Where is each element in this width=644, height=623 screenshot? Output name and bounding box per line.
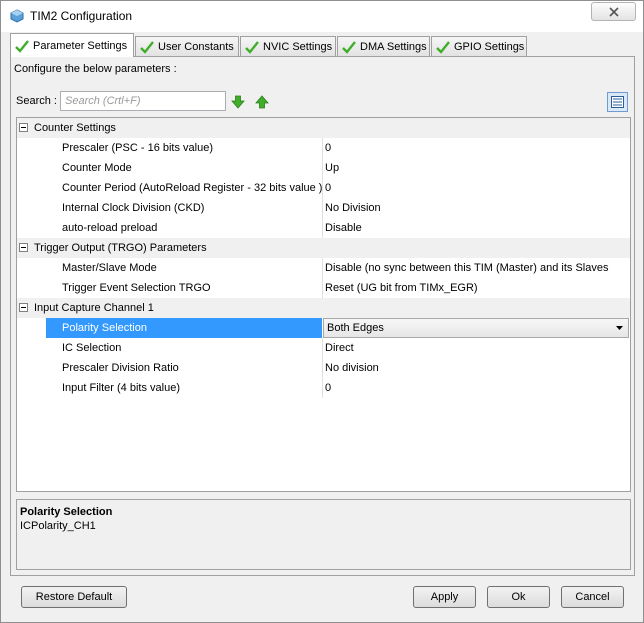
group-counter-settings[interactable]: Counter Settings — [17, 118, 630, 138]
chevron-down-icon — [616, 326, 623, 330]
param-value[interactable]: 0 — [322, 138, 630, 158]
param-value[interactable]: Disable — [322, 218, 630, 238]
check-icon — [342, 41, 356, 54]
check-icon — [140, 41, 154, 54]
param-row[interactable]: Counter Period (AutoReload Register - 32… — [17, 178, 630, 198]
group-title: Counter Settings — [34, 122, 116, 134]
param-row[interactable]: Prescaler Division Ratio No division — [17, 358, 630, 378]
param-name: Prescaler Division Ratio — [62, 362, 179, 374]
param-value[interactable]: Direct — [322, 338, 630, 358]
group-trigger-output[interactable]: Trigger Output (TRGO) Parameters — [17, 238, 630, 258]
param-name: Master/Slave Mode — [62, 262, 157, 274]
search-label: Search : — [16, 95, 57, 107]
parameter-settings-panel: Configure the below parameters : Search … — [10, 56, 635, 576]
param-row[interactable]: Trigger Event Selection TRGO Reset (UG b… — [17, 278, 630, 298]
param-row[interactable]: auto-reload preload Disable — [17, 218, 630, 238]
tab-label: Parameter Settings — [33, 39, 128, 52]
param-name: Polarity Selection — [62, 322, 147, 334]
tab-label: GPIO Settings — [454, 41, 525, 53]
collapse-icon[interactable] — [19, 123, 28, 132]
parameter-grid: Counter Settings Prescaler (PSC - 16 bit… — [16, 117, 631, 492]
param-row[interactable]: Counter Mode Up — [17, 158, 630, 178]
param-row[interactable]: Internal Clock Division (CKD) No Divisio… — [17, 198, 630, 218]
check-icon — [245, 41, 259, 54]
collapse-icon[interactable] — [19, 243, 28, 252]
param-row-selected[interactable]: Polarity Selection Both Edges — [17, 318, 630, 338]
param-value[interactable]: Up — [322, 158, 630, 178]
configure-label: Configure the below parameters : — [14, 63, 177, 75]
group-title: Input Capture Channel 1 — [34, 302, 154, 314]
param-row[interactable]: Prescaler (PSC - 16 bits value) 0 — [17, 138, 630, 158]
apply-button[interactable]: Apply — [413, 586, 476, 608]
check-icon — [436, 41, 450, 54]
chip-icon — [10, 9, 24, 23]
param-name: IC Selection — [62, 342, 122, 354]
description-panel: Polarity Selection ICPolarity_CH1 — [16, 499, 631, 570]
search-input[interactable] — [60, 91, 226, 111]
ok-button[interactable]: Ok — [487, 586, 550, 608]
description-title: Polarity Selection — [20, 506, 113, 518]
group-input-capture-channel-1[interactable]: Input Capture Channel 1 — [17, 298, 630, 318]
check-icon — [15, 39, 29, 53]
param-name: Prescaler (PSC - 16 bits value) — [62, 142, 213, 154]
arrow-down-icon[interactable] — [231, 95, 245, 109]
param-value[interactable]: No division — [322, 358, 630, 378]
list-view-toggle[interactable] — [607, 92, 628, 112]
select-value: Both Edges — [327, 322, 384, 334]
tab-parameter-settings[interactable]: Parameter Settings — [10, 33, 134, 57]
cancel-button[interactable]: Cancel — [561, 586, 624, 608]
param-name: Trigger Event Selection TRGO — [62, 282, 211, 294]
param-row[interactable]: Master/Slave Mode Disable (no sync betwe… — [17, 258, 630, 278]
param-row[interactable]: Input Filter (4 bits value) 0 — [17, 378, 630, 398]
window-title: TIM2 Configuration — [30, 9, 133, 23]
param-value[interactable]: 0 — [322, 378, 630, 398]
polarity-select[interactable]: Both Edges — [323, 318, 629, 338]
tab-dma-settings[interactable]: DMA Settings — [337, 36, 430, 57]
collapse-icon[interactable] — [19, 303, 28, 312]
close-button[interactable] — [591, 2, 636, 21]
param-row[interactable]: IC Selection Direct — [17, 338, 630, 358]
tab-label: DMA Settings — [360, 41, 427, 53]
param-value[interactable]: Reset (UG bit from TIMx_EGR) — [322, 278, 630, 298]
description-text: ICPolarity_CH1 — [20, 520, 96, 532]
param-value[interactable]: No Division — [322, 198, 630, 218]
tab-gpio-settings[interactable]: GPIO Settings — [431, 36, 527, 57]
tab-nvic-settings[interactable]: NVIC Settings — [240, 36, 336, 57]
tab-label: NVIC Settings — [263, 41, 333, 53]
close-icon — [609, 7, 619, 17]
param-value[interactable]: 0 — [322, 178, 630, 198]
param-name: Counter Mode — [62, 162, 132, 174]
group-title: Trigger Output (TRGO) Parameters — [34, 242, 207, 254]
tab-strip: Parameter Settings User Constants NVIC S… — [10, 33, 635, 57]
param-name: Input Filter (4 bits value) — [62, 382, 180, 394]
param-name: auto-reload preload — [62, 222, 158, 234]
param-name: Counter Period (AutoReload Register - 32… — [62, 182, 323, 194]
restore-default-button[interactable]: Restore Default — [21, 586, 127, 608]
arrow-up-icon[interactable] — [255, 95, 269, 109]
param-name: Internal Clock Division (CKD) — [62, 202, 205, 214]
tab-label: User Constants — [158, 41, 234, 53]
tab-user-constants[interactable]: User Constants — [135, 36, 239, 57]
param-value[interactable]: Disable (no sync between this TIM (Maste… — [322, 258, 630, 278]
title-bar: TIM2 Configuration — [1, 1, 643, 32]
list-view-icon — [611, 96, 624, 108]
config-window: TIM2 Configuration Parameter Settings Us… — [0, 0, 644, 623]
